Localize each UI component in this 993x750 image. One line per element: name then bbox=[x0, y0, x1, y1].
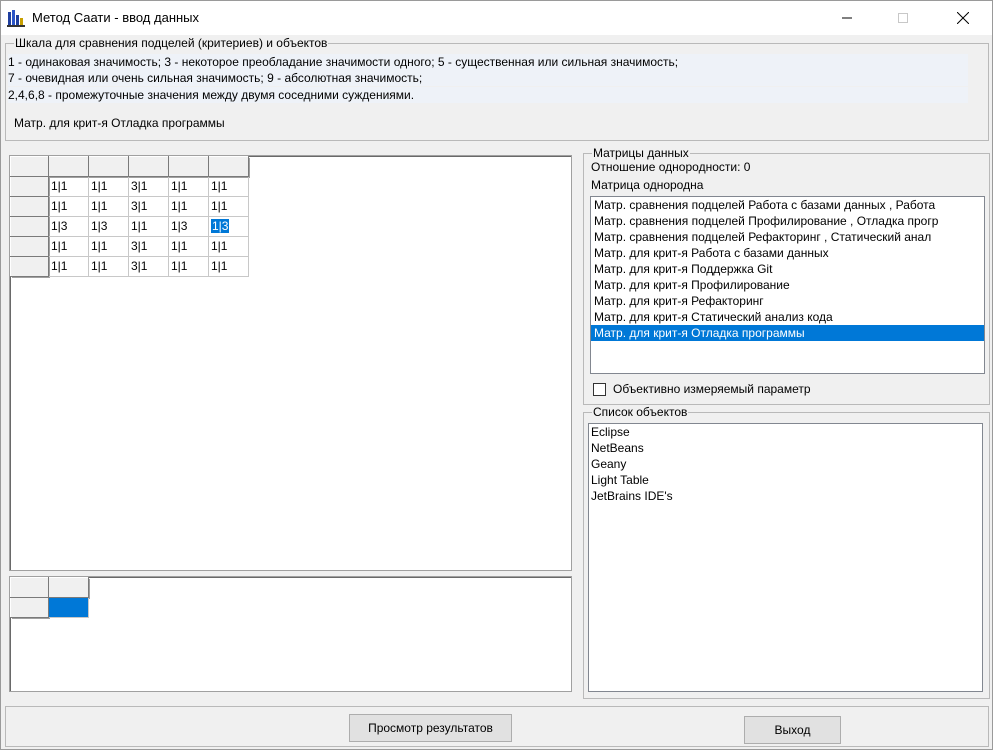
matrix-row-header[interactable] bbox=[10, 196, 49, 217]
matrix-cell[interactable]: 1|1 bbox=[48, 236, 89, 257]
matrix-list-item[interactable]: Матр. сравнения подцелей Рефакторинг , С… bbox=[591, 229, 984, 245]
matrix-cell[interactable]: 1|1 bbox=[88, 176, 129, 197]
weights-cell-selected[interactable] bbox=[48, 597, 89, 618]
matrix-cell[interactable]: 1|3 bbox=[48, 216, 89, 237]
matrix-cell[interactable]: 1|1 bbox=[208, 256, 249, 277]
data-matrices-legend: Матрицы данных bbox=[592, 146, 690, 160]
selected-cell-value: 1|3 bbox=[211, 219, 230, 233]
matrix-col-header[interactable] bbox=[48, 156, 89, 177]
objective-parameter-label[interactable]: Объективно измеряемый параметр bbox=[613, 382, 811, 396]
app-icon bbox=[7, 10, 25, 27]
matrix-cell[interactable]: 1|3 bbox=[168, 216, 209, 237]
matrix-cell[interactable]: 1|1 bbox=[168, 256, 209, 277]
matrix-cell-selected[interactable]: 1|3 bbox=[208, 216, 249, 237]
matrix-cell[interactable]: 1|1 bbox=[168, 196, 209, 217]
close-icon bbox=[957, 12, 969, 24]
title-bar[interactable]: Метод Саати - ввод данных bbox=[1, 1, 992, 35]
matrix-row-header[interactable] bbox=[10, 176, 49, 197]
maximize-icon bbox=[898, 13, 908, 23]
matrix-col-header[interactable] bbox=[168, 156, 209, 177]
matrix-list-item-selected[interactable]: Матр. для крит-я Отладка программы bbox=[591, 325, 984, 341]
window-title: Метод Саати - ввод данных bbox=[32, 10, 200, 25]
weights-header-row bbox=[10, 577, 89, 598]
matrix-cell[interactable]: 1|1 bbox=[48, 196, 89, 217]
minimize-button[interactable] bbox=[824, 1, 870, 35]
matrix-cell[interactable]: 1|1 bbox=[48, 256, 89, 277]
matrix-list-item[interactable]: Матр. для крит-я Поддержка Git bbox=[591, 261, 984, 277]
object-list-item[interactable]: JetBrains IDE's bbox=[589, 488, 982, 504]
matrix-cell[interactable]: 3|1 bbox=[128, 176, 169, 197]
minimize-icon bbox=[842, 17, 852, 19]
matrix-grid[interactable]: 1|1 1|1 3|1 1|1 1|1 1|1 1|1 3|1 1|1 1|1 … bbox=[9, 155, 572, 571]
weights-corner-cell[interactable] bbox=[10, 577, 49, 598]
matrix-row-header[interactable] bbox=[10, 236, 49, 257]
matrix-cell[interactable]: 3|1 bbox=[128, 236, 169, 257]
matrix-cell[interactable]: 3|1 bbox=[128, 196, 169, 217]
saaty-input-window: Метод Саати - ввод данных Шкала для срав… bbox=[0, 0, 993, 750]
exit-button[interactable]: Выход bbox=[744, 716, 841, 744]
weights-col-header[interactable] bbox=[48, 577, 89, 598]
matrix-corner-cell[interactable] bbox=[10, 156, 49, 177]
objects-legend: Список объектов bbox=[592, 405, 689, 419]
matrix-list-item[interactable]: Матр. сравнения подцелей Работа с базами… bbox=[591, 197, 984, 213]
matrix-list-item[interactable]: Матр. для крит-я Работа с базами данных bbox=[591, 245, 984, 261]
data-matrices-list[interactable]: Матр. сравнения подцелей Работа с базами… bbox=[590, 196, 985, 374]
matrix-cell[interactable]: 1|1 bbox=[88, 256, 129, 277]
objective-parameter-checkbox[interactable] bbox=[593, 383, 606, 396]
matrix-cell[interactable]: 1|1 bbox=[208, 236, 249, 257]
scale-legend: Шкала для сравнения подцелей (критериев)… bbox=[14, 36, 329, 50]
scale-line-2: 7 - очевидная или очень сильная значимос… bbox=[8, 70, 968, 86]
matrix-list-item[interactable]: Матр. сравнения подцелей Профилирование … bbox=[591, 213, 984, 229]
matrix-col-header[interactable] bbox=[208, 156, 249, 177]
matrix-cell[interactable]: 1|1 bbox=[208, 196, 249, 217]
object-list-item[interactable]: Geany bbox=[589, 456, 982, 472]
matrix-cell[interactable]: 1|1 bbox=[208, 176, 249, 197]
matrix-cell[interactable]: 3|1 bbox=[128, 256, 169, 277]
matrix-cell[interactable]: 1|1 bbox=[88, 236, 129, 257]
scale-line-1: 1 - одинаковая значимость; 3 - некоторое… bbox=[8, 54, 968, 70]
matrix-cell[interactable]: 1|1 bbox=[128, 216, 169, 237]
matrix-row-header[interactable] bbox=[10, 256, 49, 277]
matrix-cell[interactable]: 1|1 bbox=[48, 176, 89, 197]
matrix-row: 1|1 1|1 3|1 1|1 1|1 bbox=[10, 196, 249, 217]
matrix-row: 1|1 1|1 3|1 1|1 1|1 bbox=[10, 176, 249, 197]
weights-row-header[interactable] bbox=[10, 597, 49, 618]
matrix-list-item[interactable]: Матр. для крит-я Статический анализ кода bbox=[591, 309, 984, 325]
matrix-col-header[interactable] bbox=[88, 156, 129, 177]
matrix-row: 1|3 1|3 1|1 1|3 1|3 bbox=[10, 216, 249, 237]
view-results-button[interactable]: Просмотр результатов bbox=[349, 714, 512, 742]
scale-line-3: 2,4,6,8 - промежуточные значения между д… bbox=[8, 87, 968, 103]
close-button[interactable] bbox=[940, 1, 986, 35]
current-matrix-label: Матр. для крит-я Отладка программы bbox=[14, 116, 225, 130]
matrix-list-item[interactable]: Матр. для крит-я Рефакторинг bbox=[591, 293, 984, 309]
object-list-item[interactable]: Eclipse bbox=[589, 424, 982, 440]
matrix-col-header[interactable] bbox=[128, 156, 169, 177]
homogeneity-status: Матрица однородна bbox=[591, 178, 704, 192]
objects-list[interactable]: Eclipse NetBeans Geany Light Table JetBr… bbox=[588, 423, 983, 692]
matrix-cell[interactable]: 1|1 bbox=[168, 176, 209, 197]
object-list-item[interactable]: Light Table bbox=[589, 472, 982, 488]
matrix-row-header[interactable] bbox=[10, 216, 49, 237]
object-list-item[interactable]: NetBeans bbox=[589, 440, 982, 456]
matrix-cell[interactable]: 1|3 bbox=[88, 216, 129, 237]
maximize-button[interactable] bbox=[880, 1, 926, 35]
homogeneity-ratio: Отношение однородности: 0 bbox=[591, 160, 751, 174]
matrix-cell[interactable]: 1|1 bbox=[88, 196, 129, 217]
comparison-matrix-table: 1|1 1|1 3|1 1|1 1|1 1|1 1|1 3|1 1|1 1|1 … bbox=[10, 156, 249, 277]
weights-table bbox=[10, 577, 89, 618]
matrix-cell[interactable]: 1|1 bbox=[168, 236, 209, 257]
weights-grid[interactable] bbox=[9, 576, 572, 692]
matrix-header-row bbox=[10, 156, 249, 177]
matrix-row: 1|1 1|1 3|1 1|1 1|1 bbox=[10, 256, 249, 277]
matrix-list-item[interactable]: Матр. для крит-я Профилирование bbox=[591, 277, 984, 293]
weights-row bbox=[10, 597, 89, 618]
matrix-row: 1|1 1|1 3|1 1|1 1|1 bbox=[10, 236, 249, 257]
